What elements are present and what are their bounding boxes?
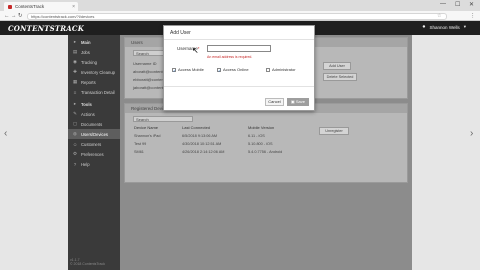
chevron-right-icon[interactable]: › (470, 128, 473, 139)
close-window-icon[interactable]: ✕ (469, 1, 474, 8)
reload-icon[interactable]: ↻ (18, 13, 23, 19)
checkbox-unchecked-icon (266, 67, 270, 72)
last-connected-header: Last Connected (182, 125, 211, 130)
browser-menu-icon[interactable]: ⋮ (470, 13, 476, 19)
mouse-cursor-icon: ↖ (192, 46, 199, 55)
devices-search-input[interactable]: Search (133, 116, 193, 122)
tools-section-icon: ▸ (73, 101, 77, 106)
sidebar-item-reports[interactable]: ▦ Reports (68, 77, 120, 87)
add-user-button[interactable]: Add User (323, 62, 351, 70)
sidebar-item-help[interactable]: ? Help (68, 159, 120, 169)
bookmark-star-icon[interactable]: ☆ (437, 13, 441, 19)
access-online-checkbox[interactable]: ✓ Access Online (217, 67, 249, 72)
users-column-header: Username ID (133, 61, 157, 66)
device-row-version: 5.10.800 - iOS (248, 142, 273, 146)
address-bar: ← → ↻ https://contentstrack.com/?l/devic… (0, 11, 480, 21)
device-row-version: 6.11 - iOS (248, 134, 265, 138)
dialog-footer-divider (164, 86, 314, 87)
main-section-icon: ▸ (73, 39, 77, 44)
device-row-version: 5.4.0.7756 - Android (248, 150, 283, 154)
sidebar-item-users-devices[interactable]: ◍ Users/Devices (68, 129, 120, 139)
save-button[interactable]: ▣ Save (287, 98, 309, 106)
username-input[interactable] (207, 45, 271, 52)
url-input[interactable]: https://contentstrack.com/?l/devices (27, 12, 447, 20)
actions-icon: ✎ (73, 111, 77, 116)
forward-icon[interactable]: → (11, 13, 17, 19)
sidebar-item-inventory-cleanup[interactable]: ✚ Inventory Cleanup (68, 67, 120, 77)
device-row-name[interactable]: Test 99 (134, 142, 146, 146)
chevron-left-icon[interactable]: ‹ (4, 128, 7, 139)
delete-selected-button[interactable]: Delete Selected (323, 73, 357, 81)
transaction-icon: ≡ (73, 89, 77, 95)
minimize-icon[interactable]: — (440, 1, 446, 7)
sidebar-item-preferences[interactable]: ⚙ Preferences (68, 149, 120, 159)
mobile-version-header: Mobile Version (248, 125, 275, 130)
dialog-title: Add User (170, 30, 191, 36)
sidebar: ▸ Main ▤ Jobs ◉ Tracking ✚ Inventory Cleanup… (68, 35, 120, 270)
unregister-button[interactable]: Unregister (319, 127, 349, 135)
chevron-down-icon: ▾ (463, 24, 466, 29)
checkbox-checked-icon: ✓ (172, 67, 177, 73)
favicon-icon (8, 4, 12, 9)
reports-icon: ▦ (72, 79, 78, 84)
sidebar-item-actions[interactable]: ✎ Actions (68, 109, 120, 119)
browser-tab[interactable]: ContentsTrack × (4, 2, 78, 11)
device-row-name[interactable]: SM61 (134, 150, 144, 154)
device-row-date: 4/30/2018 10:12:51 AM (182, 142, 222, 146)
cancel-button[interactable]: Cancel (265, 98, 284, 106)
tab-title: ContentsTrack (15, 4, 45, 9)
tab-close-icon[interactable]: × (72, 4, 75, 10)
maximize-icon[interactable]: ☐ (455, 1, 460, 8)
sidebar-item-transaction-detail[interactable]: ≡ Transaction Detail (68, 87, 120, 97)
sidebar-item-documents[interactable]: ▢ Documents (68, 119, 120, 129)
device-row-name[interactable]: Shannon's iPad (134, 134, 160, 138)
app-logo: CONTENTSTRACK (8, 24, 84, 33)
customers-icon: ☺ (72, 141, 78, 147)
sidebar-item-tracking[interactable]: ◉ Tracking (68, 57, 120, 67)
user-name: Shannon Wells (429, 24, 460, 30)
documents-icon: ▢ (72, 121, 78, 126)
version-footer: v1.1.7 © 2018 ContentsTrack (70, 258, 105, 266)
help-icon: ? (73, 161, 77, 167)
sidebar-item-customers[interactable]: ☺ Customers (68, 139, 120, 149)
sidebar-section-main: ▸ Main (73, 39, 91, 45)
inventory-icon: ✚ (73, 69, 77, 74)
back-icon[interactable]: ← (4, 13, 10, 19)
access-mobile-checkbox[interactable]: ✓ Access Mobile (172, 67, 204, 72)
sidebar-section-tools: ▸ Tools (73, 101, 92, 107)
device-row-date: 4/26/2018 2:14:12:06 AM (182, 150, 225, 154)
users-devices-icon: ◍ (73, 131, 77, 136)
tracking-icon: ◉ (73, 59, 77, 64)
gear-icon: ⚙ (72, 151, 78, 156)
dialog-divider (164, 39, 314, 40)
jobs-icon: ▤ (72, 49, 78, 54)
validation-error: An email address is required. (207, 55, 253, 59)
user-menu[interactable]: ● Shannon Wells ▾ (422, 24, 466, 30)
browser-tab-bar: ContentsTrack × — ☐ ✕ (0, 0, 480, 11)
sidebar-item-jobs[interactable]: ▤ Jobs (68, 47, 120, 57)
administrator-checkbox[interactable]: Administrator (266, 67, 296, 72)
add-user-dialog: Add User Username* An email address is r… (163, 25, 315, 111)
checkbox-checked-icon: ✓ (217, 67, 222, 73)
device-name-header: Device Name (134, 125, 159, 130)
user-icon: ● (422, 24, 426, 30)
device-row-date: 6/5/2018 9:13:06 AM (182, 134, 218, 138)
